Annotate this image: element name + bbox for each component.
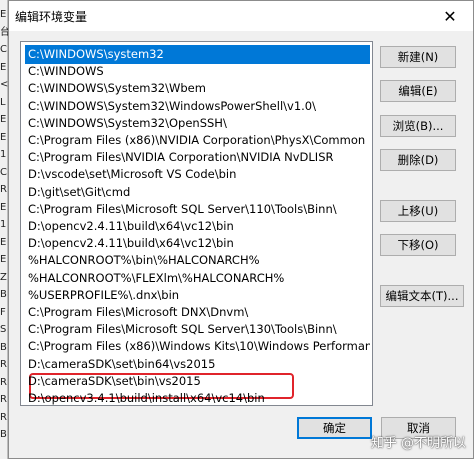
background-window-edge: E 台 C E < L E E 1 C R E 1 E E Z B F S B R R R R B bbox=[0, 0, 8, 459]
background-window-text: Z bbox=[0, 271, 7, 283]
list-item[interactable]: C:\WINDOWS\System32\WindowsPowerShell\v1… bbox=[25, 97, 370, 116]
background-window-text: 1 bbox=[0, 149, 7, 160]
background-window-text: E bbox=[0, 131, 7, 143]
list-item[interactable]: D:\vscode\set\Microsoft VS Code\bin bbox=[25, 165, 370, 184]
move-down-button[interactable]: 下移(O) bbox=[380, 234, 456, 256]
new-button[interactable]: 新建(N) bbox=[380, 46, 456, 68]
background-window-text: R bbox=[0, 376, 7, 388]
list-item[interactable]: C:\Program Files\NVIDIA Corporation\NVID… bbox=[25, 148, 370, 167]
list-item[interactable]: C:\Program Files\Microsoft DNX\Dnvm\ bbox=[25, 303, 370, 322]
list-item[interactable]: D:\opencv2.4.11\build\x64\vc12\bin bbox=[25, 234, 370, 253]
background-window-text: C bbox=[0, 44, 7, 55]
browse-button[interactable]: 浏览(B)... bbox=[380, 115, 456, 137]
list-item[interactable]: C:\WINDOWS bbox=[25, 62, 370, 81]
list-item-highlighted[interactable]: D:\opencv3.4.1\build\install\x64\vc14\bi… bbox=[25, 389, 370, 405]
watermark: 知乎 @不明所以 bbox=[370, 436, 466, 451]
background-window-text: S bbox=[0, 324, 7, 335]
background-window-text: B bbox=[0, 429, 7, 440]
background-window-text: 台 bbox=[0, 26, 8, 38]
background-window-text: R bbox=[0, 394, 7, 405]
close-button[interactable]: ✕ bbox=[427, 1, 473, 31]
background-window-text: E bbox=[0, 236, 7, 248]
background-window-text: 1 bbox=[0, 219, 7, 230]
background-window-text: B bbox=[0, 289, 7, 300]
background-window-text: R bbox=[0, 359, 7, 370]
list-item[interactable]: %HALCONROOT%\bin\%HALCONARCH% bbox=[25, 251, 370, 270]
background-window-text: E bbox=[0, 114, 7, 125]
dialog-title: 编辑环境变量 bbox=[15, 10, 88, 24]
delete-button[interactable]: 删除(D) bbox=[380, 149, 456, 171]
list-item[interactable]: C:\WINDOWS\System32\Wbem bbox=[25, 79, 370, 98]
edit-button[interactable]: 编辑(E) bbox=[380, 80, 456, 102]
edit-environment-variable-dialog: 编辑环境变量 ✕ C:\WINDOWS\system32 C:\WINDOWS C:… bbox=[8, 0, 474, 459]
list-item[interactable]: C:\Program Files (x86)\Windows Kits\10\W… bbox=[25, 337, 370, 356]
background-window-text: B bbox=[0, 341, 7, 353]
background-window-text: E bbox=[0, 61, 7, 73]
edit-text-button[interactable]: 编辑文本(T)... bbox=[380, 285, 464, 307]
list-item[interactable]: C:\WINDOWS\System32\OpenSSH\ bbox=[25, 114, 370, 133]
list-item[interactable]: D:\opencv2.4.11\build\x64\vc12\bin bbox=[25, 217, 370, 236]
list-item[interactable]: C:\Program Files\Microsoft SQL Server\11… bbox=[25, 200, 370, 219]
ok-button[interactable]: 确定 bbox=[297, 417, 372, 439]
list-item[interactable]: D:\cameraSDK\set\bin\vs2015 bbox=[25, 372, 370, 391]
background-window-text: R bbox=[0, 184, 7, 195]
list-item[interactable]: %USERPROFILE%\.dnx\bin bbox=[25, 286, 370, 305]
background-window-text: C bbox=[0, 166, 7, 178]
list-item[interactable]: %HALCONROOT%\FLEXlm\%HALCONARCH% bbox=[25, 269, 370, 288]
background-window-text: F bbox=[0, 306, 6, 318]
background-window-text: E bbox=[0, 201, 7, 213]
close-icon: ✕ bbox=[443, 6, 457, 26]
path-list[interactable]: C:\WINDOWS\system32 C:\WINDOWS C:\WINDOWS\… bbox=[20, 41, 373, 406]
background-window-text: R bbox=[0, 411, 7, 423]
background-window-text: L bbox=[0, 96, 6, 108]
background-window-text: E bbox=[0, 9, 7, 20]
list-item[interactable]: D:\git\set\Git\cmd bbox=[25, 183, 370, 202]
list-item[interactable]: C:\Program Files (x86)\NVIDIA Corporatio… bbox=[25, 131, 370, 150]
title-bar[interactable]: 编辑环境变量 ✕ bbox=[9, 1, 473, 31]
move-up-button[interactable]: 上移(U) bbox=[380, 200, 456, 222]
background-window-text: E bbox=[0, 254, 7, 265]
list-item[interactable]: D:\cameraSDK\set\bin64\vs2015 bbox=[25, 355, 370, 374]
list-item[interactable]: C:\WINDOWS\system32 bbox=[25, 45, 370, 64]
background-window-text: < bbox=[0, 79, 8, 90]
list-item[interactable]: C:\Program Files\Microsoft SQL Server\13… bbox=[25, 320, 370, 339]
